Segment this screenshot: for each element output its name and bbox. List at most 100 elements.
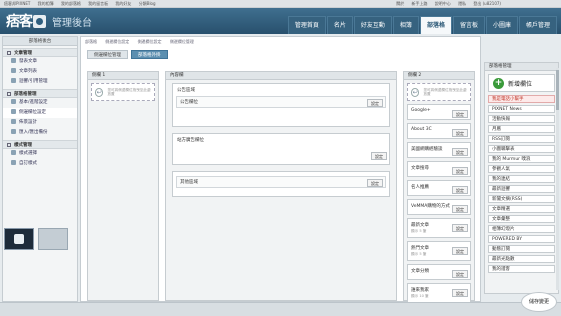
sidebar-item-backup[interactable]: 匯入/匯出備份 [3, 128, 77, 138]
top-link[interactable]: 痞客邦PIXNET [4, 1, 30, 6]
palette-scrollbar[interactable] [556, 68, 559, 290]
widget-item[interactable]: Google+ 設定 [407, 104, 471, 120]
announcement-widget[interactable]: 公告欄位 設定 [176, 96, 386, 108]
palette-item[interactable]: 參觀人氣 [488, 165, 555, 173]
palette-item[interactable]: 相簿幻燈片 [488, 225, 555, 233]
sidebar-item-sidebar-settings[interactable]: 側邊欄位設定 [3, 108, 77, 118]
tab-album[interactable]: 相簿 [392, 16, 419, 34]
set-button[interactable]: 設定 [367, 99, 383, 107]
set-button[interactable]: 設定 [452, 129, 468, 137]
sidebar-item-style-select[interactable]: 樣式選擇 [3, 149, 77, 159]
tab-account[interactable]: 帳戶管理 [518, 16, 557, 34]
top-link[interactable]: 我的相簿 [38, 1, 54, 6]
column-title: 側欄 1 [88, 72, 158, 80]
palette-item[interactable]: 我的連結 [488, 175, 555, 183]
site-ad-area: 站方廣告欄位 設定 [172, 133, 390, 165]
set-button[interactable]: 設定 [371, 152, 387, 160]
palette-item[interactable]: 我的 Murmur 噗浪 [488, 155, 555, 163]
tab-friends[interactable]: 好友互動 [353, 16, 392, 34]
breadcrumb-item[interactable]: 部落格 [85, 39, 97, 44]
sidebar-item-comments[interactable]: 迴響/引用管理 [3, 77, 77, 87]
set-button[interactable]: 設定 [367, 179, 383, 187]
layout-icon [11, 109, 16, 114]
tab-blog[interactable]: 部落格 [419, 16, 452, 34]
drop-zone[interactable]: ↩ 您可將側邊欄位拖曳至此處放置 [407, 83, 471, 101]
tab-sidebar-manage[interactable]: 側邊欄位管理 [87, 50, 128, 59]
palette-item[interactable]: 我是電話小幫手 [488, 95, 555, 103]
top-link[interactable]: 我的留言板 [88, 1, 108, 6]
widget-item[interactable]: 最新文章 顯示 5 筆設定 [407, 218, 471, 238]
tab-gallery[interactable]: 小圖庫 [485, 16, 518, 34]
top-right-link[interactable]: 關於 [396, 1, 404, 6]
widget-label: 熱門文章 [411, 246, 429, 251]
widget-item[interactable]: 文章分類 設定 [407, 264, 471, 280]
top-link[interactable]: 我的好友 [115, 1, 131, 6]
logout-link[interactable]: 登出 (u82107) [473, 1, 501, 6]
ad-thumbnail-secondary[interactable] [38, 228, 68, 250]
widget-item[interactable]: 文章搜尋 設定 [407, 161, 471, 177]
bottom-bar [0, 302, 561, 316]
palette-item[interactable]: 文章精選 [488, 205, 555, 213]
palette-item[interactable]: POWERED BY [488, 235, 555, 243]
palette-item[interactable]: 新聞文摘(RSS) [488, 195, 555, 203]
widget-item[interactable]: 美國網購經驗談 設定 [407, 142, 471, 158]
top-right-link[interactable]: 新手上路 [412, 1, 428, 6]
top-right-link[interactable]: 說明中心 [435, 1, 451, 6]
drop-hint: 您可將側邊欄位拖曳至此處放置 [423, 87, 467, 97]
breadcrumb-item[interactable]: 側邊欄位設定 [105, 39, 129, 44]
set-button[interactable]: 設定 [452, 110, 468, 118]
sidebar-item-custom-style[interactable]: 自訂樣式 [3, 159, 77, 169]
top-link[interactable]: 我的部落格 [61, 1, 81, 6]
set-button[interactable]: 設定 [452, 224, 468, 232]
top-link[interactable]: 分類Blog [139, 1, 156, 6]
tab-blog-plugins[interactable]: 部落格外掛 [131, 50, 168, 59]
set-button[interactable]: 設定 [452, 148, 468, 156]
sidebar-section-style[interactable]: 樣式管理 [3, 140, 77, 149]
palette-item[interactable]: 文章彙整 [488, 215, 555, 223]
palette-item[interactable]: 我的證客 [488, 265, 555, 273]
set-button[interactable]: 設定 [452, 289, 468, 297]
palette-item[interactable]: PIXNET News [488, 105, 555, 113]
other-widget[interactable]: 其他區域 設定 [176, 176, 386, 188]
palette-item[interactable]: 動態訂閱 [488, 245, 555, 253]
palette-item[interactable]: RSS訂閱 [488, 135, 555, 143]
set-button[interactable]: 設定 [452, 186, 468, 194]
widget-item[interactable]: 誰來我家 顯示 10 筆設定 [407, 283, 471, 303]
breadcrumb-item[interactable]: 側邊欄位設定 [138, 39, 162, 44]
palette-item[interactable]: 活動快報 [488, 115, 555, 123]
widget-item[interactable]: 名人推薦 設定 [407, 180, 471, 196]
collapse-icon [7, 50, 11, 55]
ad-thumbnail[interactable] [4, 228, 34, 250]
set-button[interactable]: 設定 [452, 270, 468, 278]
palette-item[interactable]: 月曆 [488, 125, 555, 133]
sidebar-item-label: 文章列表 [19, 69, 37, 74]
sidebar-item-post[interactable]: 發表文章 [3, 57, 77, 67]
widget-item[interactable]: About 3C 設定 [407, 123, 471, 139]
widget-label: 文章分類 [411, 269, 429, 274]
sidebar-item-theme[interactable]: 佈景設計 [3, 118, 77, 128]
logo[interactable]: 痞客 管理後台 [6, 12, 92, 30]
collapse-icon [7, 142, 11, 147]
widget-item[interactable]: VeMMA購物的方式 設定 [407, 199, 471, 215]
tab-home[interactable]: 管理首頁 [287, 16, 326, 34]
palette-item[interactable]: 最新光點數 [488, 255, 555, 263]
palette-item[interactable]: 最新迴響 [488, 185, 555, 193]
palette-item[interactable]: 小圖職擊表 [488, 145, 555, 153]
top-right-link[interactable]: 隱私 [458, 1, 466, 6]
drop-zone[interactable]: ↩ 您可將側邊欄位拖曳至此處放置 [91, 83, 155, 101]
sidebar-item-article-list[interactable]: 文章列表 [3, 67, 77, 77]
sidebar: 部落格後台 文章管理 發表文章 文章列表 迴響/引用管理 部落格管理 基本/進階… [2, 36, 78, 302]
set-button[interactable]: 設定 [452, 205, 468, 213]
sidebar-item-settings[interactable]: 基本/進階設定 [3, 98, 77, 108]
sidebar-section-blog[interactable]: 部落格管理 [3, 89, 77, 98]
tab-card[interactable]: 名片 [326, 16, 353, 34]
tab-guestbook[interactable]: 留言板 [452, 16, 485, 34]
save-button[interactable]: 儲存變更 [521, 292, 557, 312]
sidebar-section-articles[interactable]: 文章管理 [3, 48, 77, 57]
list-icon [11, 68, 16, 73]
set-button[interactable]: 設定 [452, 247, 468, 255]
add-widget-button[interactable]: + 新增欄位 [488, 74, 555, 92]
widget-item[interactable]: 熱門文章 顯示 5 筆設定 [407, 241, 471, 261]
set-button[interactable]: 設定 [452, 167, 468, 175]
block-title: 站方廣告欄位 [177, 138, 204, 143]
